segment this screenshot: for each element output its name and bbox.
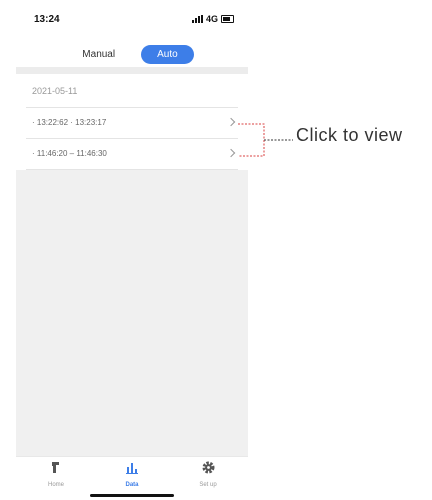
chevron-right-icon[interactable]	[226, 117, 236, 127]
home-icon	[52, 462, 59, 473]
chevron-right-icon[interactable]	[226, 148, 236, 158]
nav-label-data: Data	[125, 482, 139, 488]
nav-item-data[interactable]: Data	[112, 461, 152, 488]
phone-screen: 13:24 4G Manual Auto 2021-05-11 · 13:22:…	[16, 0, 248, 500]
status-indicators: 4G	[191, 14, 234, 24]
nav-item-setup[interactable]: Set up	[188, 461, 228, 488]
battery-icon	[221, 15, 234, 23]
empty-content-area	[16, 170, 248, 456]
tab-manual[interactable]: Manual	[70, 45, 127, 64]
gear-icon	[202, 461, 214, 474]
status-time: 13:24	[34, 14, 60, 25]
record-time-range: · 11:46:20 – 11:46:30	[32, 149, 107, 158]
nav-item-home[interactable]: Home	[36, 461, 76, 488]
nav-label-setup: Set up	[199, 482, 217, 488]
home-indicator	[90, 494, 174, 497]
record-row[interactable]: · 13:22:62 · 13:23:17	[26, 108, 238, 138]
record-list: 2021-05-11 · 13:22:62 · 13:23:17 · 11:46…	[16, 74, 248, 170]
record-time-range: · 13:22:62 · 13:23:17	[32, 118, 107, 127]
tab-auto[interactable]: Auto	[141, 44, 194, 64]
network-type: 4G	[205, 14, 218, 24]
bar-chart-icon	[126, 463, 138, 474]
mode-tabs: Manual Auto	[16, 42, 248, 66]
tab-separator	[16, 67, 248, 74]
status-bar: 13:24 4G	[16, 0, 248, 38]
date-header: 2021-05-11	[32, 86, 78, 96]
nav-label-home: Home	[47, 482, 64, 488]
record-row[interactable]: · 11:46:20 – 11:46:30	[26, 139, 238, 169]
signal-icon	[191, 15, 203, 23]
callout-text: Click to view	[296, 125, 403, 145]
